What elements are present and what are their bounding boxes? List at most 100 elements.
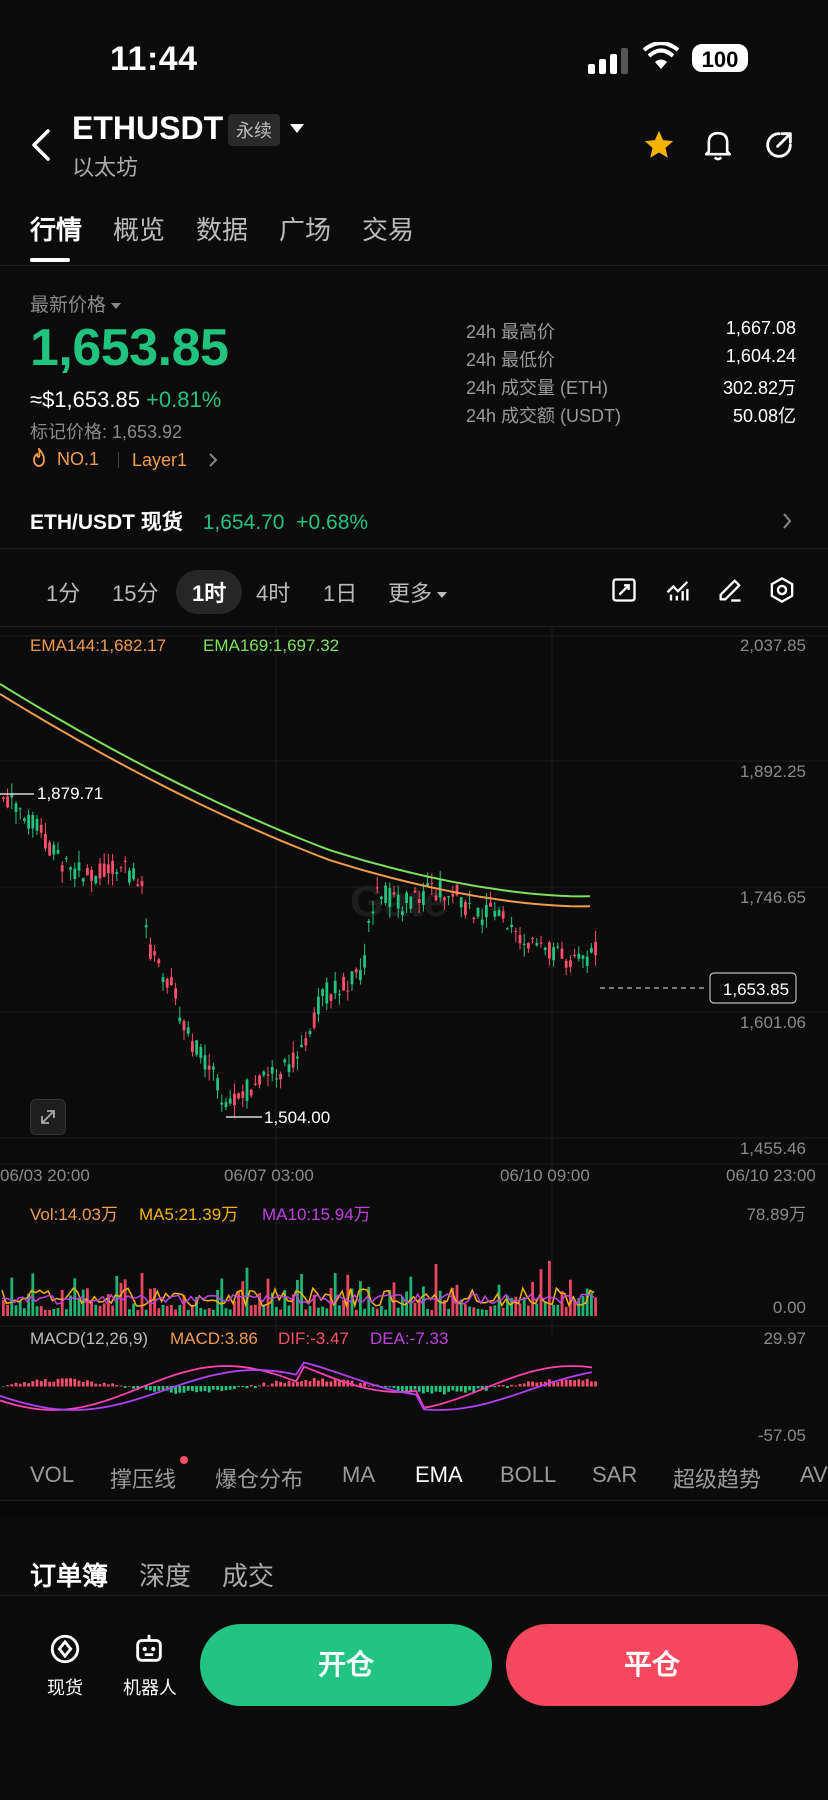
stat-label: 24h 最低价 — [466, 350, 556, 370]
y-axis-label: 1,601.06 — [739, 1013, 806, 1032]
stat-label: 24h 最高价 — [466, 322, 556, 342]
macd-dea: DEA:-7.33 — [370, 1329, 449, 1348]
vol-ma5-legend: MA5:21.39万 — [139, 1205, 239, 1224]
x-axis-label: 06/10 23:00 — [726, 1166, 816, 1185]
mark-price: 标记价格: 1,653.92 — [30, 422, 183, 442]
stat-value: 1,667.08 — [725, 318, 796, 338]
current-price-label: 1,653.85 — [722, 980, 790, 999]
symbol-dropdown-icon[interactable] — [290, 124, 304, 133]
vol-legend: Vol:14.03万 — [30, 1205, 118, 1224]
high-price-marker: 1,879.71 — [37, 784, 104, 803]
tab-orderbook[interactable]: 订单簿 — [30, 1556, 108, 1593]
robot-icon[interactable] — [132, 1632, 166, 1666]
open-position-button[interactable]: 开仓 — [200, 1624, 492, 1706]
tab-trades[interactable]: 成交 — [222, 1556, 274, 1593]
stat-value: 302.82万 — [722, 378, 796, 398]
indicator-sar[interactable]: SAR — [592, 1462, 637, 1488]
price-type-dropdown-icon — [111, 302, 122, 309]
new-dot-badge — [180, 1456, 188, 1464]
contract-type-badge[interactable]: 永续 — [228, 114, 280, 146]
y-axis-label: 1,892.25 — [739, 762, 806, 781]
spot-label[interactable]: 现货 — [36, 1674, 94, 1700]
macd-max-label: 29.97 — [763, 1329, 806, 1348]
macd-histogram — [2, 1378, 597, 1395]
y-axis-label: 1,455.46 — [739, 1139, 806, 1158]
interval-15m[interactable]: 15分 — [112, 576, 158, 608]
rank-tag[interactable]: NO.1 — [30, 446, 99, 470]
tab-square[interactable]: 广场 — [279, 210, 331, 247]
vol-min-label: 0.00 — [772, 1298, 806, 1317]
expand-icon — [41, 1110, 55, 1124]
fullscreen-chart-icon[interactable] — [610, 576, 638, 604]
stat-value: 1,604.24 — [725, 346, 796, 366]
tag-divider — [118, 452, 119, 468]
stat-value: 50.08亿 — [732, 406, 796, 426]
indicator-av[interactable]: AV — [800, 1462, 828, 1488]
chart-grid — [0, 626, 828, 1336]
interval-more[interactable]: 更多 — [388, 576, 448, 608]
spot-change: +0.68% — [296, 511, 369, 534]
draw-pencil-icon[interactable] — [716, 576, 744, 604]
favorite-star-icon[interactable] — [642, 128, 676, 162]
spot-pair: ETH/USDT 现货 — [30, 511, 183, 534]
sector-tag[interactable]: Layer1 — [132, 450, 187, 471]
symbol-title[interactable]: ETHUSDT — [72, 110, 223, 147]
tab-data[interactable]: 数据 — [196, 210, 248, 247]
macd-min-label: -57.05 — [757, 1426, 806, 1445]
approx-usd-price: ≈$1,653.85 — [30, 387, 140, 412]
macd-dif-line — [0, 1365, 593, 1411]
spot-price: 1,654.70 — [202, 511, 285, 534]
ema144-legend: EMA144:1,682.17 — [30, 636, 167, 655]
tab-trade[interactable]: 交易 — [362, 210, 414, 247]
price-change: +0.81% — [146, 387, 222, 412]
divider — [0, 265, 828, 266]
vol-ma10-legend: MA10:15.94万 — [262, 1205, 371, 1224]
stat-label: 24h 成交额 (USDT) — [466, 406, 622, 426]
x-axis-label: 06/03 20:00 — [0, 1166, 90, 1185]
indicator-boll[interactable]: BOLL — [500, 1462, 556, 1488]
indicator-ma[interactable]: MA — [342, 1462, 375, 1488]
indicator-liquidation[interactable]: 爆仓分布 — [215, 1462, 303, 1494]
tab-market[interactable]: 行情 — [30, 210, 82, 247]
close-position-button[interactable]: 平仓 — [506, 1624, 798, 1706]
price-summary: ≈$1,653.85 +0.81% — [30, 387, 221, 413]
interval-1d[interactable]: 1日 — [323, 576, 357, 608]
x-axis-label: 06/10 09:00 — [500, 1166, 590, 1185]
flame-icon — [33, 446, 45, 467]
interval-4h[interactable]: 4时 — [256, 576, 290, 608]
back-icon[interactable] — [30, 128, 52, 162]
coin-name: 以太坊 — [72, 155, 139, 180]
divider — [0, 548, 828, 549]
indicator-support-resistance[interactable]: 撑压线 — [110, 1462, 176, 1494]
chevron-right-icon[interactable] — [208, 452, 218, 468]
indicator-chart-icon[interactable] — [664, 576, 692, 604]
ema169-legend: EMA169:1,697.32 — [203, 636, 340, 655]
active-tab-indicator — [30, 258, 70, 262]
tab-overview[interactable]: 概览 — [113, 210, 165, 247]
alert-bell-icon[interactable] — [702, 128, 734, 162]
y-axis-label: 1,746.65 — [739, 888, 806, 907]
spot-icon[interactable] — [48, 1632, 82, 1666]
section-gap — [0, 1501, 828, 1517]
last-price-label[interactable]: 最新价格 — [30, 290, 122, 317]
macd-title: MACD(12,26,9) — [30, 1329, 149, 1348]
chevron-right-icon[interactable] — [782, 512, 792, 530]
spot-price-row[interactable]: ETH/USDT 现货 1,654.70 +0.68% — [30, 506, 368, 536]
last-price: 1,653.85 — [30, 319, 229, 377]
x-axis-label: 06/07 03:00 — [224, 1166, 314, 1185]
volume-bars — [2, 1260, 597, 1316]
share-icon[interactable] — [762, 128, 796, 162]
expand-chart-button[interactable] — [30, 1099, 66, 1135]
indicator-supertrend[interactable]: 超级趋势 — [673, 1462, 761, 1494]
chart-settings-icon[interactable] — [768, 576, 796, 604]
indicator-ema[interactable]: EMA — [415, 1462, 463, 1488]
interval-1h[interactable]: 1时 — [176, 570, 243, 614]
tab-depth[interactable]: 深度 — [139, 1556, 191, 1593]
status-time: 11:44 — [110, 40, 198, 78]
bot-label[interactable]: 机器人 — [118, 1674, 182, 1700]
indicator-vol[interactable]: VOL — [30, 1462, 74, 1488]
more-dropdown-icon — [437, 592, 448, 599]
interval-1m[interactable]: 1分 — [46, 576, 80, 608]
wifi-icon — [642, 42, 680, 69]
cellular-signal-icon — [588, 48, 628, 74]
